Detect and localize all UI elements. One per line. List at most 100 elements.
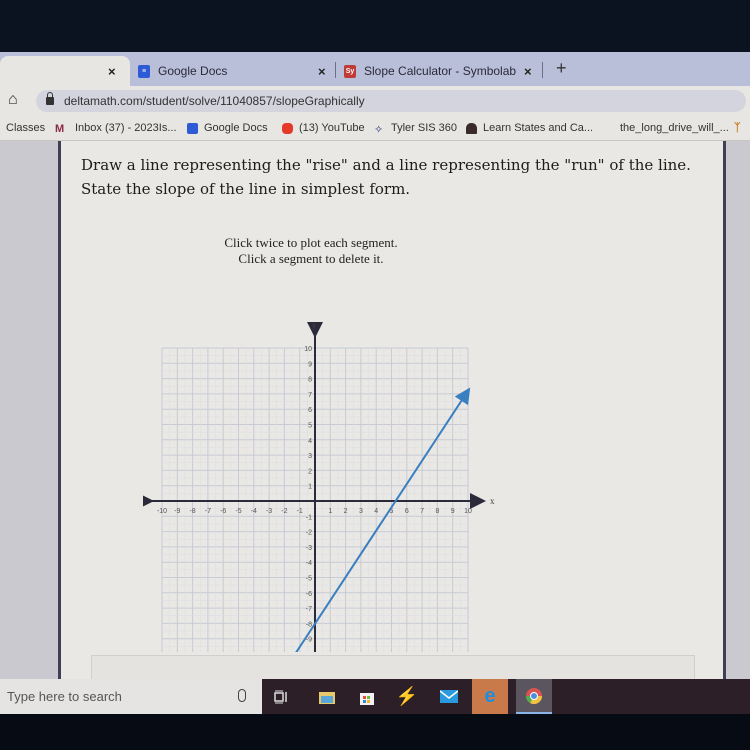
x-tick-label: -9 [174, 508, 180, 515]
url-text: deltamath.com/student/solve/11040857/slo… [64, 94, 365, 108]
x-tick-label: -1 [297, 508, 303, 515]
bookmark-long-drive[interactable]: the_long_drive_will_... [620, 122, 729, 134]
bookmarks-bar: Classes M Inbox (37) - 2023Is... Google … [0, 116, 750, 141]
bolt-app-icon[interactable]: ⚡ [390, 679, 424, 714]
tab-google-docs[interactable]: ≡ Google Docs × [138, 56, 338, 86]
x-tick-label: 9 [451, 508, 455, 515]
tab-strip: × ≡ Google Docs × Sy Slope Calculator - … [0, 52, 750, 86]
x-tick-label: 4 [374, 508, 378, 515]
y-tick-label: 9 [308, 361, 312, 368]
x-axis-label: x [490, 496, 495, 506]
chrome-icon[interactable] [516, 679, 552, 714]
y-tick-label: -8 [306, 621, 312, 628]
microphone-icon[interactable] [238, 689, 246, 702]
bookmark-extra-icon[interactable]: ᛉ [734, 122, 741, 134]
x-tick-label: 2 [344, 508, 348, 515]
y-tick-label: 8 [308, 377, 312, 384]
bookmark-label: Google Docs [204, 122, 268, 134]
y-tick-label: -1 [306, 514, 312, 521]
taskbar-search[interactable]: Type here to search [0, 679, 262, 714]
tab-label: Slope Calculator - Symbolab [364, 64, 517, 78]
y-tick-label: 2 [308, 468, 312, 475]
x-tick-label: 3 [359, 508, 363, 515]
bookmark-label: Classes [6, 122, 46, 134]
x-tick-label: -2 [281, 508, 287, 515]
question-text: Draw a line representing the "rise" and … [81, 156, 691, 198]
y-tick-label: -4 [306, 560, 312, 567]
google-docs-icon: ≡ [138, 64, 150, 78]
file-explorer-icon[interactable] [310, 679, 344, 714]
bookmark-classes[interactable]: Classes [6, 122, 45, 134]
screen: × ≡ Google Docs × Sy Slope Calculator - … [0, 52, 750, 714]
y-axis-label: y [312, 320, 317, 330]
bookmark-inbox[interactable]: M Inbox (37) - 2023Is... [55, 122, 177, 135]
tab-separator [542, 62, 543, 78]
browser-toolbar: ⌂ deltamath.com/student/solve/11040857/s… [0, 86, 750, 116]
bookmark-label: Learn States and Ca... [483, 122, 594, 134]
address-bar[interactable]: deltamath.com/student/solve/11040857/slo… [36, 90, 746, 112]
x-tick-label: -6 [220, 508, 226, 515]
y-tick-label: -7 [306, 606, 312, 613]
y-tick-label: 10 [304, 346, 312, 353]
new-tab-button[interactable]: + [556, 58, 567, 79]
x-tick-label: 1 [328, 508, 332, 515]
instruction-delete: Click a segment to delete it. [238, 251, 384, 266]
lock-icon [46, 92, 54, 105]
x-tick-label: -8 [189, 508, 195, 515]
instruction-plot: Click twice to plot each segment. [224, 235, 398, 250]
gmail-icon: M [55, 122, 65, 135]
close-tab-icon[interactable]: × [524, 64, 532, 79]
plotted-line[interactable] [281, 387, 471, 652]
bookmark-label: the_long_drive_will_... [620, 122, 729, 134]
tab-label: Google Docs [158, 64, 228, 78]
y-tick-label: -3 [306, 545, 312, 552]
task-view-icon[interactable] [264, 679, 298, 714]
google-docs-icon [187, 122, 198, 134]
taskbar: Type here to search ⚡ e [0, 679, 750, 714]
mail-icon[interactable] [432, 679, 466, 714]
bookmark-youtube[interactable]: (13) YouTube [282, 122, 365, 134]
bookmark-label: Inbox (37) - 2023Is... [75, 122, 177, 134]
home-icon[interactable]: ⌂ [8, 91, 18, 109]
x-tick-label: -4 [251, 508, 257, 515]
x-tick-label: 10 [464, 508, 472, 515]
x-tick-label: 6 [405, 508, 409, 515]
y-tick-label: 1 [308, 484, 312, 491]
bookmark-label: (13) YouTube [299, 122, 365, 134]
y-tick-label: -2 [306, 530, 312, 537]
y-tick-label: -6 [306, 591, 312, 598]
bookmark-tyler-sis[interactable]: ✧ Tyler SIS 360 [374, 122, 458, 136]
coordinate-graph[interactable]: xy-10-9-8-7-6-5-4-3-2-112345678910-10-9-… [143, 272, 503, 652]
x-tick-label: 7 [420, 508, 424, 515]
y-tick-label: 6 [308, 407, 312, 414]
x-tick-label: -7 [205, 508, 211, 515]
close-tab-icon[interactable]: × [318, 64, 326, 79]
bookmark-learn-states[interactable]: Learn States and Ca... [466, 122, 593, 134]
tab-separator [335, 62, 336, 78]
y-tick-label: -5 [306, 576, 312, 583]
y-tick-label: 7 [308, 392, 312, 399]
edge-icon[interactable]: e [472, 679, 508, 714]
problem-panel: Draw a line representing the "rise" and … [58, 141, 726, 701]
person-icon [466, 122, 477, 134]
x-tick-label: -3 [266, 508, 272, 515]
bookmark-label: Tyler SIS 360 [391, 122, 458, 134]
tyler-icon: ✧ [374, 123, 384, 136]
tab-symbolab[interactable]: Sy Slope Calculator - Symbolab × [344, 56, 544, 86]
y-tick-label: 5 [308, 423, 312, 430]
instructions: Click twice to plot each segment. Click … [61, 235, 561, 267]
youtube-icon [282, 122, 293, 134]
tab-active[interactable]: × [0, 56, 130, 86]
store-icon[interactable] [350, 679, 384, 714]
search-placeholder: Type here to search [7, 689, 122, 704]
monitor-bezel [0, 714, 750, 750]
close-tab-icon[interactable]: × [108, 64, 116, 79]
y-tick-label: 3 [308, 453, 312, 460]
x-tick-label: -5 [235, 508, 241, 515]
x-tick-label: 8 [435, 508, 439, 515]
page: Draw a line representing the "rise" and … [0, 141, 750, 701]
symbolab-icon: Sy [344, 64, 356, 78]
bookmark-google-docs[interactable]: Google Docs [187, 122, 268, 134]
y-tick-label: 4 [308, 438, 312, 445]
x-tick-label: -10 [157, 508, 167, 515]
